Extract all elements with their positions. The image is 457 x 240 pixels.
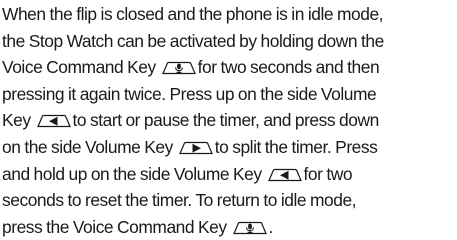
text-segment: to start or pause the timer, and press d…: [72, 110, 380, 131]
voice-command-key-icon: [232, 221, 267, 234]
text-line-3: Voice Command Key for two seconds and th…: [2, 54, 457, 81]
text-segment: and hold up on the side Volume Key: [2, 163, 262, 184]
instruction-page: When the flip is closed and the phone is…: [0, 0, 457, 240]
right-arrow-key-icon: [178, 141, 213, 155]
microphone-key-icon: [232, 221, 267, 234]
text-segment: the Stop Watch can be activated by holdi…: [2, 30, 384, 51]
text-line-2: the Stop Watch can be activated by holdi…: [2, 28, 457, 55]
text-line-4: pressing it again twice. Press up on the…: [2, 81, 457, 108]
microphone-key-icon: [161, 62, 196, 75]
text-segment: for two: [303, 163, 353, 184]
text-segment: on the side Volume Key: [2, 136, 173, 157]
voice-command-key-icon: [161, 62, 196, 75]
left-arrow-key-icon: [36, 115, 71, 128]
volume-down-key-icon: [178, 141, 213, 155]
text-segment: for two seconds and then: [197, 57, 380, 78]
text-line-9: press the Voice Command Key .: [2, 214, 457, 240]
text-line-8: seconds to reset the timer. To return to…: [2, 187, 457, 214]
stopwatch-instructions: When the flip is closed and the phone is…: [2, 1, 457, 240]
text-segment: press the Voice Command Key: [2, 216, 227, 237]
text-line-1: When the flip is closed and the phone is…: [2, 1, 457, 28]
text-line-5: Key to start or pause the timer, and pre…: [2, 107, 457, 134]
text-segment: Voice Command Key: [2, 57, 156, 78]
text-line-7: and hold up on the side Volume Key for t…: [2, 161, 457, 188]
left-arrow-key-icon: [267, 168, 302, 181]
text-line-6: on the side Volume Key to split the time…: [2, 134, 457, 161]
text-segment: pressing it again twice. Press up on the…: [2, 83, 377, 104]
text-segment: seconds to reset the timer. To return to…: [2, 190, 357, 211]
text-segment: Key: [2, 110, 31, 131]
text-segment: to split the timer. Press: [214, 136, 378, 157]
text-segment: .: [268, 216, 274, 237]
volume-up-key-icon: [36, 115, 71, 128]
volume-up-key-icon: [267, 168, 302, 181]
text-segment: When the flip is closed and the phone is…: [2, 4, 384, 24]
